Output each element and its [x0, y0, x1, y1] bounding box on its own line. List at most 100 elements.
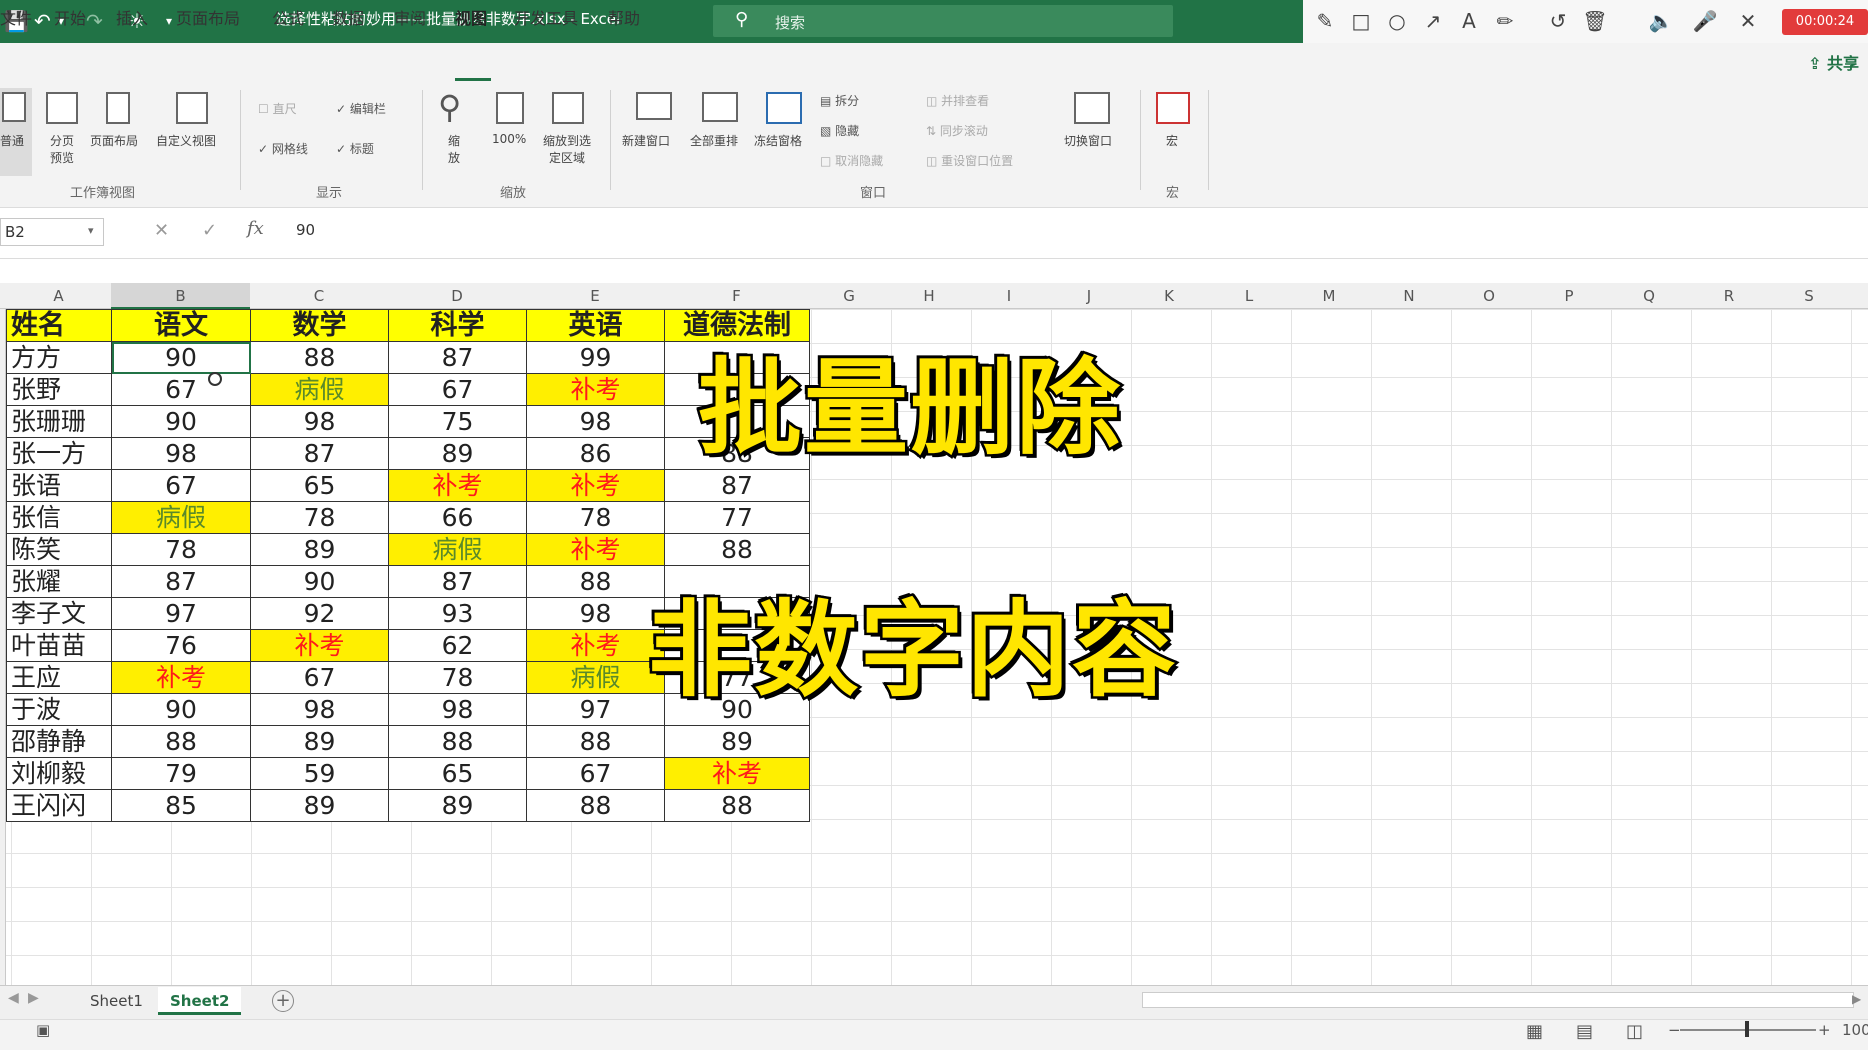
- macros-button[interactable]: 宏: [1150, 88, 1196, 176]
- student-name-cell[interactable]: 张信: [6, 501, 112, 534]
- score-cell[interactable]: 78: [111, 533, 251, 566]
- score-cell[interactable]: 79: [111, 757, 251, 790]
- score-cell[interactable]: 67: [526, 757, 665, 790]
- share-button[interactable]: ⇪ 共享: [1808, 50, 1859, 74]
- column-header-r[interactable]: R: [1689, 287, 1769, 305]
- column-header-l[interactable]: L: [1209, 287, 1289, 305]
- formula-input[interactable]: 90: [296, 221, 315, 239]
- column-header-e[interactable]: E: [526, 287, 664, 305]
- column-header-q[interactable]: Q: [1609, 287, 1689, 305]
- tab-view[interactable]: 视图: [455, 8, 487, 30]
- zoom-out-icon[interactable]: −: [1668, 1021, 1681, 1039]
- column-header-o[interactable]: O: [1449, 287, 1529, 305]
- zoom-to-selection-button[interactable]: 缩放到选定区域: [536, 88, 598, 176]
- score-cell[interactable]: 病假: [111, 501, 251, 534]
- score-cell[interactable]: 89: [388, 789, 527, 822]
- formula-bar-checkbox[interactable]: ✓ 编辑栏: [336, 100, 386, 117]
- score-cell[interactable]: 85: [111, 789, 251, 822]
- student-name-cell[interactable]: 刘柳毅: [6, 757, 112, 790]
- normal-view-button[interactable]: 普通: [0, 88, 32, 176]
- add-sheet-icon[interactable]: +: [272, 990, 294, 1012]
- score-cell[interactable]: 88: [664, 789, 810, 822]
- horizontal-scrollbar[interactable]: [1142, 992, 1854, 1008]
- zoom-button[interactable]: ⚲ 缩放: [436, 88, 476, 176]
- score-cell[interactable]: 90: [111, 341, 251, 374]
- redo-icon[interactable]: ↷: [86, 8, 103, 34]
- score-cell[interactable]: 78: [526, 501, 665, 534]
- undo-icon[interactable]: ↶: [34, 8, 51, 34]
- tab-page-layout[interactable]: 页面布局: [176, 8, 240, 30]
- score-cell[interactable]: 88: [250, 341, 389, 374]
- score-cell[interactable]: 98: [526, 405, 665, 438]
- score-cell[interactable]: 65: [388, 757, 527, 790]
- trash-icon[interactable]: 🗑: [1582, 8, 1608, 34]
- score-cell[interactable]: 86: [526, 437, 665, 470]
- microphone-icon[interactable]: 🎤: [1692, 8, 1718, 34]
- column-header-f[interactable]: F: [664, 287, 809, 305]
- pen-icon[interactable]: ✎: [1312, 8, 1338, 34]
- column-header-c[interactable]: C: [250, 287, 388, 305]
- gridlines-checkbox[interactable]: ✓ 网格线: [258, 140, 308, 157]
- student-name-cell[interactable]: 王应: [6, 661, 112, 694]
- ruler-checkbox[interactable]: ☐ 直尺: [258, 100, 297, 117]
- score-cell[interactable]: 92: [250, 597, 389, 630]
- tab-review[interactable]: 审阅: [394, 8, 426, 30]
- score-cell[interactable]: 补考: [526, 629, 665, 662]
- zoom-slider-thumb[interactable]: [1745, 1021, 1749, 1037]
- tab-insert[interactable]: 插入: [116, 8, 148, 30]
- score-cell[interactable]: 88: [111, 725, 251, 758]
- column-header-p[interactable]: P: [1529, 287, 1609, 305]
- score-cell[interactable]: 88: [388, 725, 527, 758]
- score-cell[interactable]: 90: [111, 693, 251, 726]
- student-name-cell[interactable]: 张珊珊: [6, 405, 112, 438]
- normal-view-status-icon[interactable]: ▦: [1526, 1021, 1543, 1042]
- score-cell[interactable]: 62: [388, 629, 527, 662]
- score-cell[interactable]: 87: [664, 469, 810, 502]
- table-header-cell[interactable]: 道德法制: [664, 309, 810, 342]
- customize-qat-icon[interactable]: ▾: [166, 8, 172, 34]
- score-cell[interactable]: 87: [388, 341, 527, 374]
- custom-views-button[interactable]: 自定义视图: [154, 88, 230, 176]
- highlighter-icon[interactable]: ✏: [1492, 8, 1518, 34]
- score-cell[interactable]: 88: [664, 533, 810, 566]
- hide-button[interactable]: ▧ 隐藏: [820, 122, 859, 139]
- score-cell[interactable]: 病假: [388, 533, 527, 566]
- score-cell[interactable]: 65: [250, 469, 389, 502]
- score-cell[interactable]: 89: [250, 533, 389, 566]
- macro-record-icon[interactable]: ▣: [36, 1021, 50, 1039]
- column-header-h[interactable]: H: [889, 287, 969, 305]
- switch-windows-button[interactable]: 切换窗口: [1060, 88, 1126, 176]
- unhide-button[interactable]: □ 取消隐藏: [820, 152, 883, 169]
- student-name-cell[interactable]: 方方: [6, 341, 112, 374]
- column-header-a[interactable]: A: [6, 287, 111, 305]
- student-name-cell[interactable]: 李子文: [6, 597, 112, 630]
- score-cell[interactable]: 88: [526, 789, 665, 822]
- student-name-cell[interactable]: 张耀: [6, 565, 112, 598]
- reset-window-position-button[interactable]: ◫ 重设窗口位置: [926, 152, 1013, 169]
- student-name-cell[interactable]: 叶苗苗: [6, 629, 112, 662]
- score-cell[interactable]: 98: [250, 405, 389, 438]
- column-header-k[interactable]: K: [1129, 287, 1209, 305]
- freeze-panes-button[interactable]: 冻结窗格: [752, 88, 816, 176]
- new-window-button[interactable]: 新建窗口: [620, 88, 686, 176]
- table-header-cell[interactable]: 数学: [250, 309, 389, 342]
- headings-checkbox[interactable]: ✓ 标题: [336, 140, 374, 157]
- score-cell[interactable]: 补考: [526, 533, 665, 566]
- score-cell[interactable]: 89: [388, 437, 527, 470]
- score-cell[interactable]: 87: [388, 565, 527, 598]
- score-cell[interactable]: 67: [388, 373, 527, 406]
- score-cell[interactable]: 59: [250, 757, 389, 790]
- rectangle-icon[interactable]: □: [1348, 8, 1374, 34]
- tab-data[interactable]: 数据: [332, 8, 364, 30]
- score-cell[interactable]: 66: [388, 501, 527, 534]
- score-cell[interactable]: 90: [250, 565, 389, 598]
- student-name-cell[interactable]: 王闪闪: [6, 789, 112, 822]
- score-cell[interactable]: 78: [250, 501, 389, 534]
- student-name-cell[interactable]: 邵静静: [6, 725, 112, 758]
- column-header-i[interactable]: I: [969, 287, 1049, 305]
- score-cell[interactable]: 97: [526, 693, 665, 726]
- column-header-n[interactable]: N: [1369, 287, 1449, 305]
- page-break-status-icon[interactable]: ◫: [1626, 1021, 1643, 1042]
- score-cell[interactable]: 93: [388, 597, 527, 630]
- student-name-cell[interactable]: 于波: [6, 693, 112, 726]
